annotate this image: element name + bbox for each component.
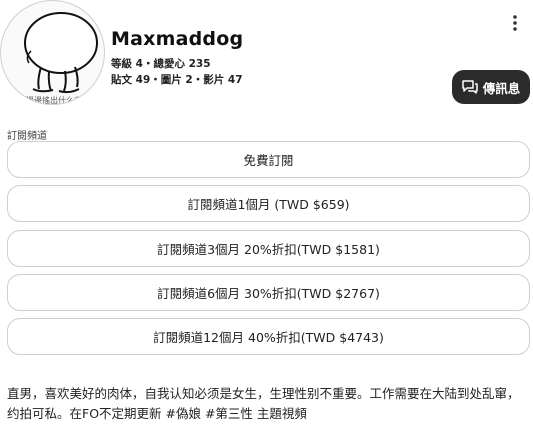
profile-name: Maxmaddog xyxy=(111,28,244,50)
chat-icon xyxy=(461,80,478,94)
cartoon-avatar-icon xyxy=(24,12,98,94)
profile-bio: 直男，喜欢美好的肉体，自我认知必须是女生，生理性别不重要。工作需要在大陆到处乱窜… xyxy=(7,386,520,421)
subscribe-1-month-button[interactable]: 訂閱頻道1個月 (TWD $659) xyxy=(7,185,530,222)
subscribe-3-months-button[interactable]: 訂閱頻道3個月 20%折扣(TWD $1581) xyxy=(7,230,530,267)
avatar[interactable]: 邊邊搖出什么言 xyxy=(0,0,105,105)
send-message-button[interactable]: 傳訊息 xyxy=(452,70,530,104)
subscribe-6-months-button[interactable]: 訂閱頻道6個月 30%折扣(TWD $2767) xyxy=(7,274,530,311)
more-vertical-icon xyxy=(513,15,517,31)
subscription-section-label: 訂閱頻道 xyxy=(7,131,47,142)
more-options-button[interactable] xyxy=(505,12,525,34)
profile-stats-level: 等級 4・總愛心 235 xyxy=(111,58,211,70)
send-message-label: 傳訊息 xyxy=(482,80,521,96)
avatar-caption: 邊邊搖出什么言 xyxy=(26,96,82,105)
subscribe-12-months-button[interactable]: 訂閱頻道12個月 40%折扣(TWD $4743) xyxy=(7,318,530,355)
profile-stats-posts: 貼文 49・圖片 2・影片 47 xyxy=(111,74,243,86)
subscribe-free-button[interactable]: 免費訂閱 xyxy=(7,141,530,178)
